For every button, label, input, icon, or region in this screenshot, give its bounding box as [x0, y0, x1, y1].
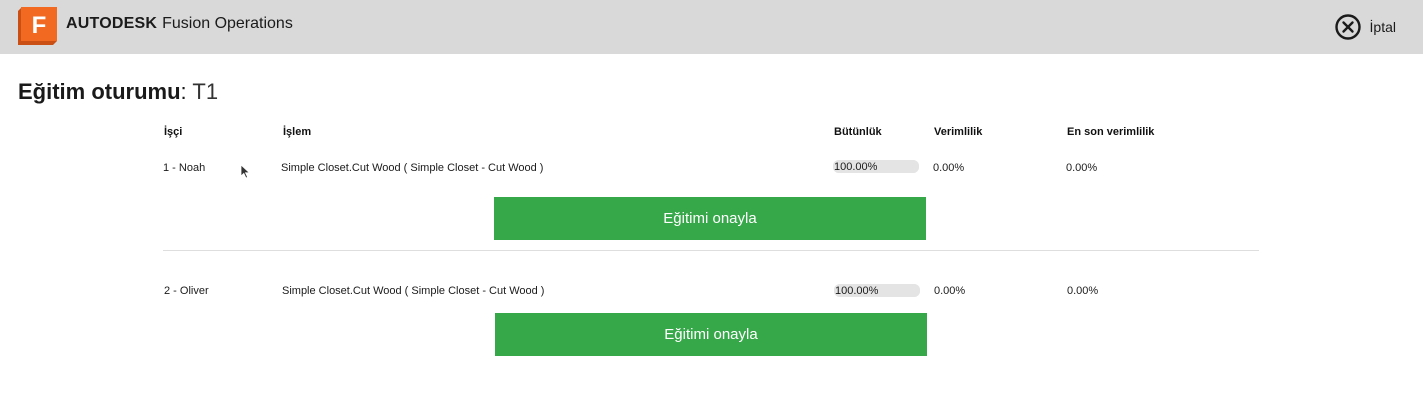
completeness-progress-bar: 100.00%: [833, 160, 919, 173]
column-header-operation: İşlem: [283, 126, 312, 138]
session-separator: :: [180, 79, 193, 104]
worker-cell: 2 - Oliver: [164, 285, 209, 297]
worker-cell: 1 - Noah: [163, 162, 206, 174]
column-header-completeness: Bütünlük: [834, 126, 882, 138]
page-title: Eğitim oturumu: T1: [18, 78, 218, 106]
operation-cell: Simple Closet.Cut Wood ( Simple Closet -…: [282, 285, 545, 297]
operation-cell: Simple Closet.Cut Wood ( Simple Closet -…: [281, 162, 544, 174]
logo-letter: F: [32, 12, 47, 39]
last-efficiency-cell: 0.00%: [1067, 285, 1099, 297]
column-header-last-efficiency: En son verimlilik: [1067, 126, 1155, 138]
fusion-operations-logo-icon: F: [18, 7, 57, 45]
cancel-button[interactable]: İptal: [1334, 13, 1396, 41]
completeness-value: 100.00%: [835, 285, 879, 297]
completeness-value: 100.00%: [834, 161, 878, 173]
top-bar: F AUTODESK Fusion Operations İptal: [0, 0, 1423, 54]
last-efficiency-cell: 0.00%: [1066, 162, 1098, 174]
mouse-pointer-icon: [240, 164, 251, 179]
product-name: Fusion Operations: [162, 15, 293, 32]
completeness-progress-bar: 100.00%: [834, 284, 920, 297]
brand-name: AUTODESK: [66, 15, 158, 32]
column-header-worker: İşçi: [164, 126, 183, 138]
row-divider: [163, 250, 1259, 251]
session-label: Eğitim oturumu: [18, 79, 181, 104]
confirm-training-button[interactable]: Eğitimi onayla: [494, 197, 926, 240]
session-value: T1: [192, 79, 219, 104]
efficiency-cell: 0.00%: [934, 285, 966, 297]
column-header-efficiency: Verimlilik: [934, 126, 983, 138]
confirm-training-button[interactable]: Eğitimi onayla: [495, 313, 927, 356]
cancel-label: İptal: [1369, 19, 1396, 35]
app-title: AUTODESK Fusion Operations: [66, 13, 293, 35]
circle-x-icon: [1334, 14, 1361, 40]
efficiency-cell: 0.00%: [933, 162, 965, 174]
